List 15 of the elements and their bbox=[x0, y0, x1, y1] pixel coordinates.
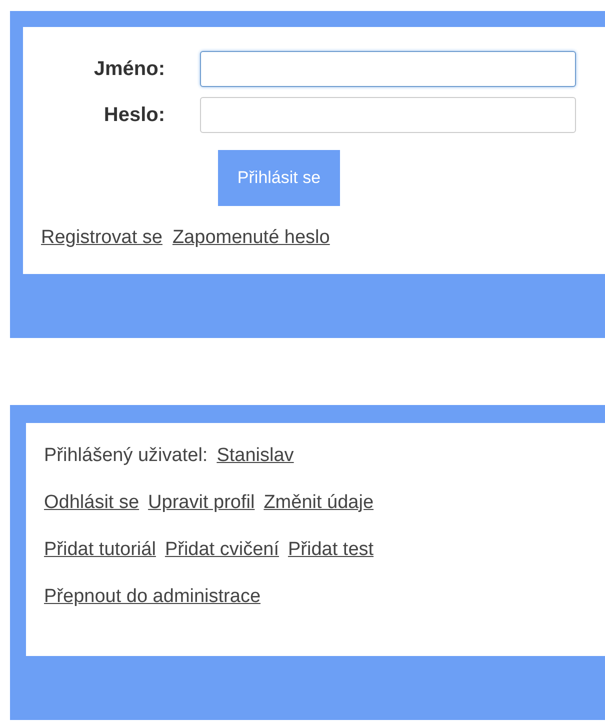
field-label: Heslo: bbox=[102, 104, 166, 126]
link[interactable]: Upravit profil bbox=[148, 492, 255, 514]
link[interactable]: Registrovat se bbox=[41, 227, 162, 249]
link[interactable]: Přidat test bbox=[288, 539, 374, 561]
user-link[interactable]: Stanislav bbox=[216, 445, 294, 467]
user-label: Přihlášený uživatel: bbox=[44, 445, 208, 467]
field-label: Jméno: bbox=[92, 58, 166, 80]
link[interactable]: Zapomenuté heslo bbox=[172, 227, 330, 249]
link[interactable]: Odhlásit se bbox=[44, 492, 140, 514]
link[interactable]: Přidat tutoriál bbox=[44, 539, 156, 561]
link[interactable]: Přepnout do administrace bbox=[44, 586, 261, 608]
input-field[interactable] bbox=[200, 51, 576, 87]
link[interactable]: Změnit údaje bbox=[264, 492, 374, 514]
input-field[interactable] bbox=[200, 97, 576, 133]
link[interactable]: Přidat cvičení bbox=[164, 539, 279, 561]
